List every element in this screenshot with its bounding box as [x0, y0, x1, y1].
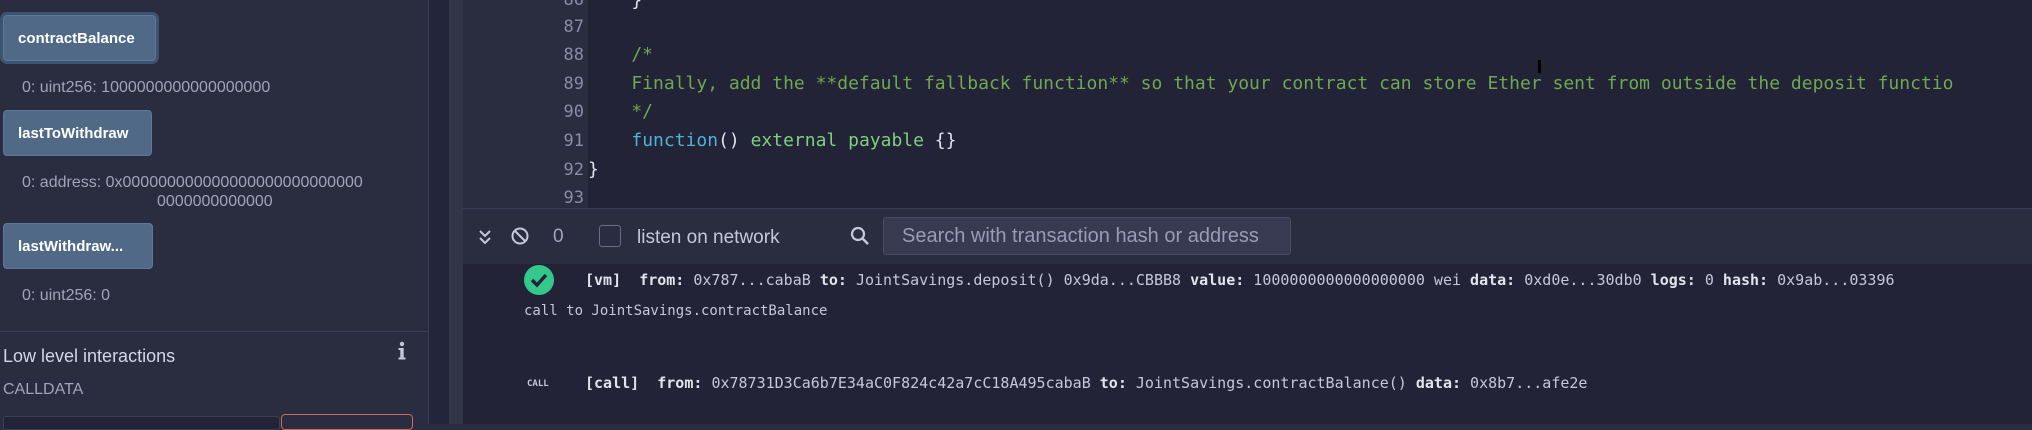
panel-splitter[interactable]	[429, 0, 449, 424]
code-line: }	[588, 159, 599, 180]
text-cursor	[1538, 60, 1541, 73]
to-value: JointSavings.contractBalance()	[1135, 374, 1407, 392]
left-panel: contractBalance 0: uint256: 100000000000…	[0, 0, 429, 430]
collapse-terminal-icon[interactable]	[477, 228, 493, 246]
code-punct: ()	[718, 130, 751, 151]
code-line: }	[588, 0, 643, 11]
success-check-icon	[524, 265, 554, 295]
logs-value: 0	[1704, 271, 1714, 289]
terminal-toolbar: 0 listen on network	[463, 208, 2032, 265]
listen-network-label: listen on network	[637, 227, 780, 248]
last-to-withdraw-result-line2: 0000000000000	[157, 193, 273, 210]
tx-log-line[interactable]: [vm] from: 0x787...cabaB to: JointSaving…	[585, 271, 1895, 289]
line-number: 86	[563, 0, 584, 10]
terminal-output: [vm] from: 0x787...cabaB to: JointSaving…	[463, 264, 2032, 424]
listen-network-checkbox[interactable]	[599, 225, 621, 247]
code-punct: {}	[923, 130, 957, 151]
to-label: to:	[819, 271, 847, 289]
code-line: Finally, add the **default fallback func…	[588, 73, 1954, 94]
line-number: 89	[563, 74, 584, 94]
info-icon[interactable]	[394, 340, 410, 362]
pending-tx-count: 0	[553, 226, 564, 247]
editor-scroll-gutter	[449, 0, 463, 424]
line-number: 90	[563, 102, 584, 122]
line-number: 88	[563, 45, 584, 65]
last-to-withdraw-button[interactable]: lastToWithdraw	[3, 110, 152, 156]
data-label: data:	[1415, 374, 1462, 392]
low-level-interactions-title: Low level interactions	[3, 346, 176, 366]
value-label: value:	[1190, 271, 1245, 289]
calldata-input[interactable]	[3, 416, 280, 430]
transact-button[interactable]	[281, 414, 413, 430]
line-number: 87	[563, 17, 584, 37]
data-value: 0x8b7...afe2e	[1470, 374, 1588, 392]
last-to-withdraw-result-line1: 0: address: 0x00000000000000000000000000…	[22, 174, 363, 191]
contract-balance-button[interactable]: contractBalance	[3, 15, 156, 61]
from-label: from:	[657, 374, 703, 392]
log-prefix: [call]	[585, 374, 640, 392]
last-withdraw-amount-result: 0: uint256: 0	[22, 287, 111, 304]
call-log-line[interactable]: [call] from: 0x78731D3Ca6b7E34aC0F824c42…	[585, 374, 1587, 392]
code-editor[interactable]: 86 } 87 88 /* 89 Finally, add the **defa…	[463, 0, 2032, 208]
from-label: from:	[639, 271, 685, 289]
data-label: data:	[1470, 271, 1516, 289]
logs-label: logs:	[1650, 271, 1696, 289]
divider	[0, 331, 428, 332]
line-number: 93	[563, 188, 584, 208]
to-value: JointSavings.deposit() 0x9da...CBBB8	[855, 271, 1182, 289]
value-value: 1000000000000000000 wei	[1253, 271, 1462, 289]
contract-balance-result: 0: uint256: 1000000000000000000	[22, 79, 271, 96]
to-label: to:	[1099, 374, 1127, 392]
keyword-function: function	[631, 130, 719, 151]
log-prefix: [vm]	[585, 271, 622, 289]
code-line: function() external payable {}	[588, 130, 956, 151]
call-tag: CALL	[527, 379, 549, 389]
hash-value: 0x9ab...03396	[1777, 271, 1895, 289]
transaction-search-input[interactable]	[883, 217, 1291, 255]
last-withdraw-amount-button[interactable]: lastWithdraw...	[3, 223, 153, 269]
search-icon	[850, 226, 869, 245]
from-value: 0x78731D3Ca6b7E34aC0F824c42a7cC18A495cab…	[711, 374, 1091, 392]
clear-console-icon[interactable]	[510, 226, 530, 246]
calldata-label: CALLDATA	[3, 381, 84, 398]
hash-label: hash:	[1722, 271, 1769, 289]
line-number: 91	[563, 131, 584, 151]
code-line: /*	[588, 44, 654, 65]
line-number: 92	[563, 160, 584, 180]
keyword-modifiers: external payable	[750, 130, 924, 151]
data-value: 0xd0e...30db0	[1524, 271, 1642, 289]
code-line: */	[588, 101, 654, 122]
call-note: call to JointSavings.contractBalance	[524, 303, 828, 319]
from-value: 0x787...cabaB	[693, 271, 811, 289]
